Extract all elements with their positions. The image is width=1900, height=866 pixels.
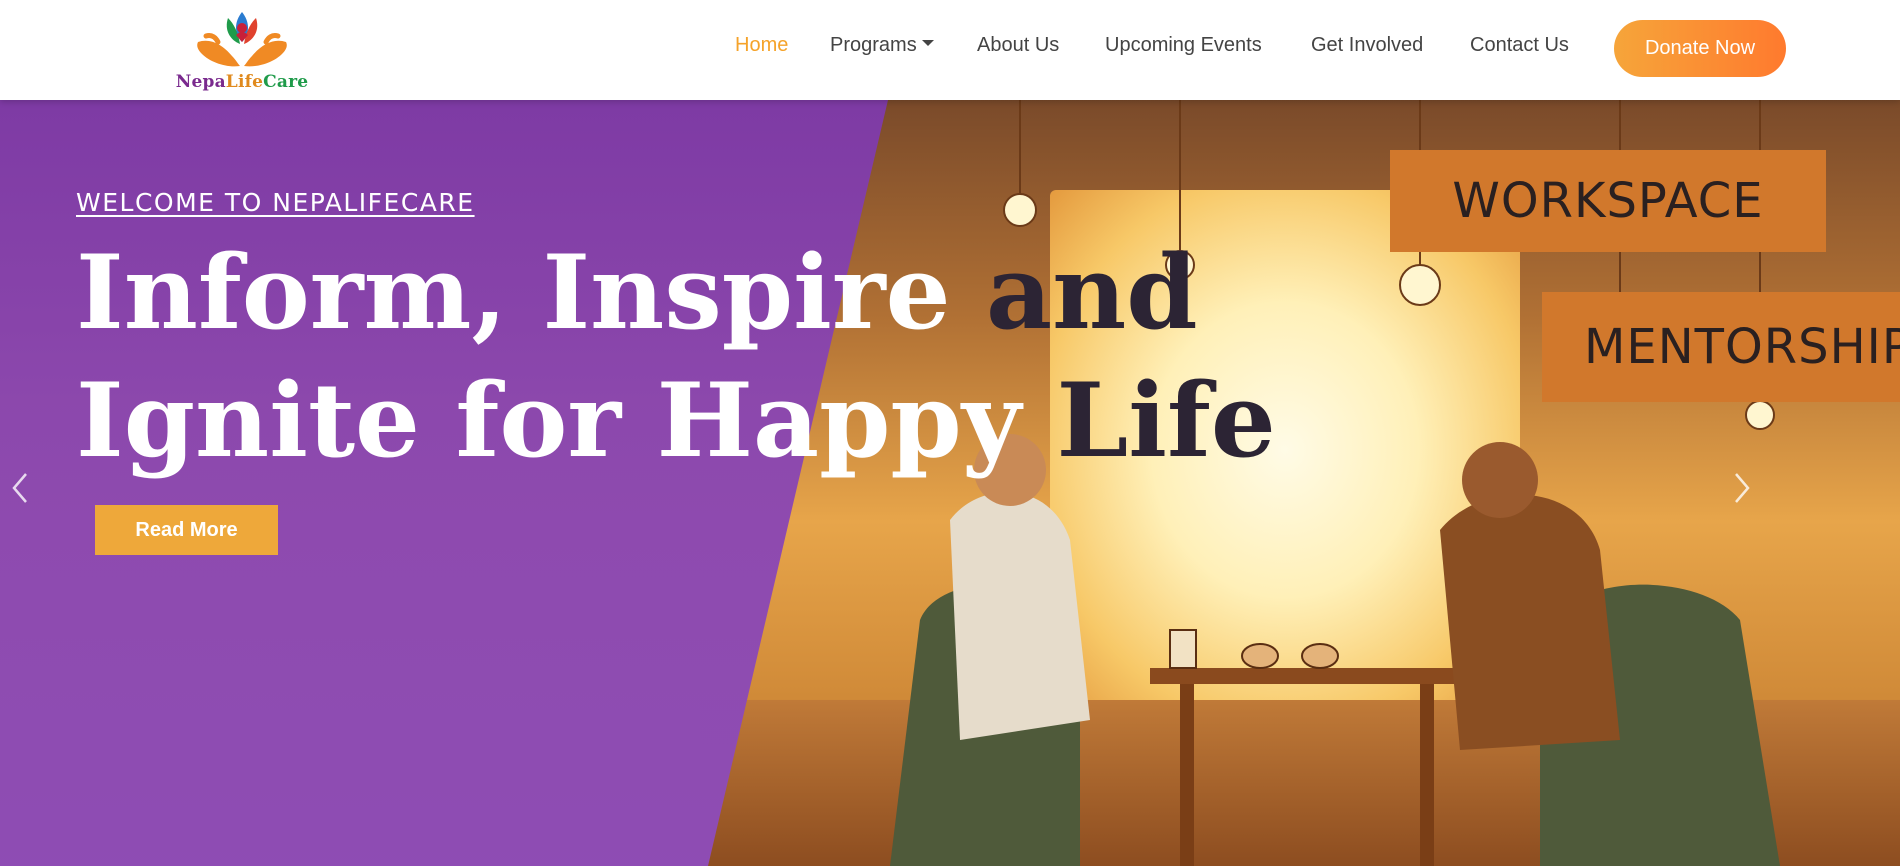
headline-line2-white: Ignite for Happy [76,361,1057,481]
hero-headline-line-1: Inform, Inspire and [76,242,1198,344]
hero-eyebrow: WELCOME TO NEPALIFECARE [76,188,475,217]
logo-lotus-hands-icon [197,12,287,67]
read-more-button[interactable]: Read More [95,505,278,555]
mentorship-sign: MENTORSHIP [1542,292,1900,402]
logo-word-nepa: Nepa [175,72,226,92]
headline-line1-dark: and [985,233,1198,353]
chevron-left-icon [12,473,27,503]
site-logo[interactable]: NepaLifeCare [172,8,312,94]
hero-headline-line-2: Ignite for Happy Life [76,370,1276,472]
logo-word-care: Care [263,72,309,92]
carousel-next-button[interactable] [1726,468,1756,508]
logo-wordmark: NepaLifeCare [172,72,312,92]
hero-carousel: WORKSPACE MENTORSHIP WELCOME TO NEPALIFE… [0,100,1900,866]
headline-line1-white: Inform, Inspire [76,233,986,353]
carousel-prev-button[interactable] [6,468,36,508]
site-header: NepaLifeCare Home Programs About Us Upco… [0,0,1900,100]
workspace-sign: WORKSPACE [1390,150,1826,252]
nav-about-us[interactable]: About Us [977,34,1059,57]
nav-programs-label: Programs [830,34,917,56]
nav-programs[interactable]: Programs [830,34,934,57]
nav-upcoming-events[interactable]: Upcoming Events [1105,34,1262,57]
chevron-right-icon [1735,473,1750,503]
nav-home[interactable]: Home [735,34,788,57]
caret-down-icon [921,39,934,46]
nav-contact-us[interactable]: Contact Us [1470,34,1569,57]
nav-get-involved[interactable]: Get Involved [1311,34,1423,57]
headline-line2-dark: Life [1056,361,1276,481]
donate-now-button[interactable]: Donate Now [1614,20,1786,77]
logo-word-life: Life [225,72,264,92]
